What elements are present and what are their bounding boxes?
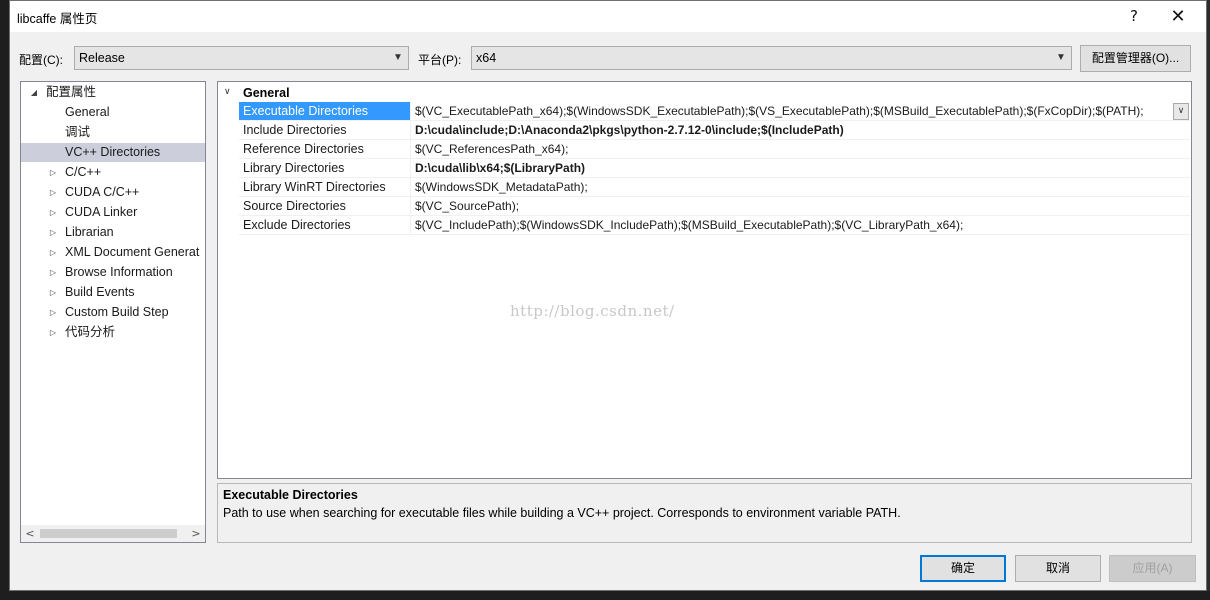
platform-label: 平台(P):: [418, 53, 462, 67]
property-row[interactable]: Source Directories $(VC_SourcePath);: [239, 197, 1190, 216]
help-button[interactable]: ?: [1112, 1, 1156, 32]
configuration-label: 配置(C):: [19, 53, 63, 67]
tree-horizontal-scrollbar[interactable]: < >: [21, 525, 205, 542]
description-title: Executable Directories: [223, 488, 358, 502]
tree-item-cuda-c-c[interactable]: ▷ CUDA C/C++: [21, 183, 205, 202]
tree-item-label: VC++ Directories: [65, 145, 161, 159]
property-name[interactable]: Library WinRT Directories: [239, 178, 411, 196]
tree-item-item[interactable]: ▷ 代码分析: [21, 323, 205, 342]
tree-item-label: 配置属性: [46, 85, 97, 99]
tree-item-label: XML Document Generat: [65, 245, 200, 259]
window-title: libcaffe 属性页: [17, 12, 98, 26]
tree-item-label: 调试: [65, 125, 91, 139]
value-dropdown-button[interactable]: ∨: [1173, 103, 1189, 120]
property-row[interactable]: Include Directories D:\cuda\include;D:\An…: [239, 121, 1190, 140]
expand-icon[interactable]: ▷: [48, 323, 58, 342]
expand-icon[interactable]: ▷: [48, 203, 58, 222]
property-tree: ◢ 配置属性 General 调试 VC++ Directories ▷ C/C++ ▷ CUD…: [20, 81, 206, 543]
tree-item-label: CUDA Linker: [65, 205, 138, 219]
title-bar: libcaffe 属性页 ? ✕: [10, 1, 1206, 32]
property-name[interactable]: Library Directories: [239, 159, 411, 177]
property-name[interactable]: Reference Directories: [239, 140, 411, 158]
expand-icon[interactable]: ▷: [48, 263, 58, 282]
tree-item-general[interactable]: General: [21, 103, 205, 122]
expand-icon[interactable]: ▷: [48, 243, 58, 262]
tree-item-xml-document-generat[interactable]: ▷ XML Document Generat: [21, 243, 205, 262]
expand-icon[interactable]: ▷: [48, 163, 58, 182]
expand-icon[interactable]: ▷: [48, 283, 58, 302]
tree-item-item[interactable]: 调试: [21, 123, 205, 142]
property-name[interactable]: Exclude Directories: [239, 216, 411, 234]
tree-item-label: 代码分析: [65, 325, 116, 339]
tree-item-label: C/C++: [65, 165, 102, 179]
tree-item-c-c[interactable]: ▷ C/C++: [21, 163, 205, 182]
scroll-left-icon[interactable]: <: [22, 525, 38, 542]
tree-item-browse-information[interactable]: ▷ Browse Information: [21, 263, 205, 282]
property-pages-dialog: libcaffe 属性页 ? ✕ 配置(C): Release ▼ 平台(P):…: [9, 0, 1207, 591]
chevron-down-icon: ▼: [393, 52, 403, 63]
collapse-icon[interactable]: ∨: [224, 82, 231, 102]
tree-item-label: Build Events: [65, 285, 135, 299]
property-row[interactable]: Library Directories D:\cuda\lib\x64;$(Lib…: [239, 159, 1190, 178]
configuration-select[interactable]: Release ▼: [74, 46, 409, 70]
tree-item-custom-build-step[interactable]: ▷ Custom Build Step: [21, 303, 205, 322]
property-value[interactable]: $(VC_ExecutablePath_x64);$(WindowsSDK_Ex…: [415, 102, 1144, 120]
background-editor-strip: [0, 0, 9, 600]
tree-item-label: General: [65, 105, 110, 119]
tree-item-vc-directories[interactable]: VC++ Directories: [21, 143, 205, 162]
scroll-right-icon[interactable]: >: [188, 525, 204, 542]
property-row[interactable]: Reference Directories $(VC_ReferencesPath…: [239, 140, 1190, 159]
configuration-manager-button[interactable]: 配置管理器(O)...: [1080, 45, 1191, 72]
watermark-text: http://blog.csdn.net/: [510, 302, 675, 320]
property-row[interactable]: Library WinRT Directories $(WindowsSDK_Me…: [239, 178, 1190, 197]
property-grid: ∨ General Executable Directories $(VC_Exe…: [217, 81, 1192, 479]
property-value[interactable]: D:\cuda\include;D:\Anaconda2\pkgs\python…: [415, 121, 844, 139]
tree-item-label: Custom Build Step: [65, 305, 169, 319]
expanded-icon[interactable]: ◢: [29, 83, 39, 102]
property-value[interactable]: $(VC_ReferencesPath_x64);: [415, 140, 568, 158]
description-panel: Executable Directories Path to use when …: [217, 483, 1192, 543]
expand-icon[interactable]: ▷: [48, 223, 58, 242]
property-row[interactable]: Exclude Directories $(VC_IncludePath);$(W…: [239, 216, 1190, 235]
property-name[interactable]: Executable Directories: [239, 102, 411, 120]
tree-item-label: Librarian: [65, 225, 114, 239]
expand-icon[interactable]: ▷: [48, 303, 58, 322]
apply-button[interactable]: 应用(A): [1109, 555, 1196, 582]
tree-item-item[interactable]: ◢ 配置属性: [21, 83, 205, 102]
property-value[interactable]: D:\cuda\lib\x64;$(LibraryPath): [415, 159, 585, 177]
property-value[interactable]: $(VC_IncludePath);$(WindowsSDK_IncludePa…: [415, 216, 963, 234]
close-button[interactable]: ✕: [1156, 1, 1200, 32]
scrollbar-thumb[interactable]: [40, 529, 177, 538]
tree-item-librarian[interactable]: ▷ Librarian: [21, 223, 205, 242]
property-row[interactable]: Executable Directories $(VC_ExecutablePat…: [239, 102, 1190, 121]
platform-select[interactable]: x64 ▼: [471, 46, 1072, 70]
platform-value: x64: [476, 51, 497, 65]
cancel-button[interactable]: 取消: [1015, 555, 1101, 582]
description-text: Path to use when searching for executabl…: [223, 506, 901, 520]
tree-item-label: CUDA C/C++: [65, 185, 140, 199]
tree-item-label: Browse Information: [65, 265, 173, 279]
ok-button[interactable]: 确定: [920, 555, 1006, 582]
property-name[interactable]: Source Directories: [239, 197, 411, 215]
category-row-general[interactable]: ∨ General: [218, 82, 1191, 102]
category-label: General: [243, 86, 290, 100]
tree-item-cuda-linker[interactable]: ▷ CUDA Linker: [21, 203, 205, 222]
property-name[interactable]: Include Directories: [239, 121, 411, 139]
background-bottom-strip: [0, 591, 1210, 600]
chevron-down-icon: ▼: [1056, 52, 1066, 63]
tree-item-build-events[interactable]: ▷ Build Events: [21, 283, 205, 302]
configuration-value: Release: [79, 51, 125, 65]
property-value[interactable]: $(VC_SourcePath);: [415, 197, 519, 215]
property-value[interactable]: $(WindowsSDK_MetadataPath);: [415, 178, 588, 196]
expand-icon[interactable]: ▷: [48, 183, 58, 202]
